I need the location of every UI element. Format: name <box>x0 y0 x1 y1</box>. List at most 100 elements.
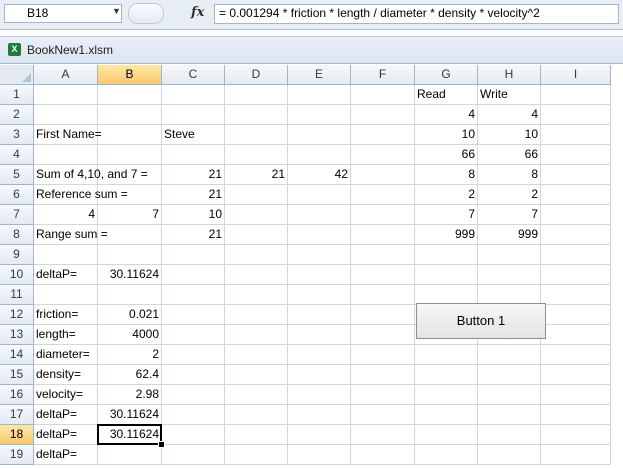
cell-i11[interactable] <box>541 285 611 305</box>
formula-input[interactable]: = 0.001294 * friction * length / diamete… <box>214 4 619 24</box>
row-header-17[interactable]: 17 <box>0 405 34 425</box>
column-header-a[interactable]: A <box>34 65 98 85</box>
cell-d19[interactable] <box>225 445 288 465</box>
cell-g19[interactable] <box>415 445 478 465</box>
cell-c11[interactable] <box>162 285 225 305</box>
column-header-h[interactable]: H <box>478 65 541 85</box>
cell-h10[interactable] <box>478 265 541 285</box>
row-header-18[interactable]: 18 <box>0 425 34 445</box>
select-all-corner[interactable] <box>0 65 34 85</box>
cell-h8[interactable]: 999 <box>478 225 541 245</box>
cell-i6[interactable] <box>541 185 611 205</box>
row-header-6[interactable]: 6 <box>0 185 34 205</box>
cell-e5[interactable]: 42 <box>288 165 351 185</box>
cell-a8[interactable]: Range sum = <box>34 225 108 245</box>
row-header-2[interactable]: 2 <box>0 105 34 125</box>
cell-h3[interactable]: 10 <box>478 125 541 145</box>
cell-f11[interactable] <box>351 285 415 305</box>
cell-c4[interactable] <box>162 145 225 165</box>
cell-e13[interactable] <box>288 325 351 345</box>
cell-b5[interactable] <box>98 165 162 185</box>
cell-a3[interactable]: First Name= <box>34 125 102 145</box>
cell-h19[interactable] <box>478 445 541 465</box>
cell-d4[interactable] <box>225 145 288 165</box>
cell-a12[interactable]: friction= <box>34 305 98 325</box>
cell-b19[interactable] <box>98 445 162 465</box>
cell-c19[interactable] <box>162 445 225 465</box>
cell-g11[interactable] <box>415 285 478 305</box>
cell-g2[interactable]: 4 <box>415 105 478 125</box>
cell-d5[interactable]: 21 <box>225 165 288 185</box>
cell-d18[interactable] <box>225 425 288 445</box>
cell-g16[interactable] <box>415 385 478 405</box>
cell-g9[interactable] <box>415 245 478 265</box>
fill-handle[interactable] <box>158 441 165 448</box>
cell-f9[interactable] <box>351 245 415 265</box>
cell-b14[interactable]: 2 <box>98 345 162 365</box>
cell-e1[interactable] <box>288 85 351 105</box>
cell-i14[interactable] <box>541 345 611 365</box>
cell-f2[interactable] <box>351 105 415 125</box>
row-header-7[interactable]: 7 <box>0 205 34 225</box>
cell-i5[interactable] <box>541 165 611 185</box>
row-header-15[interactable]: 15 <box>0 365 34 385</box>
cell-a5[interactable]: Sum of 4,10, and 7 = <box>34 165 148 185</box>
cell-c18[interactable] <box>162 425 225 445</box>
cell-b6[interactable] <box>98 185 162 205</box>
cell-i15[interactable] <box>541 365 611 385</box>
row-header-11[interactable]: 11 <box>0 285 34 305</box>
row-header-3[interactable]: 3 <box>0 125 34 145</box>
cell-h11[interactable] <box>478 285 541 305</box>
cell-i3[interactable] <box>541 125 611 145</box>
cell-d17[interactable] <box>225 405 288 425</box>
cell-i10[interactable] <box>541 265 611 285</box>
cell-e17[interactable] <box>288 405 351 425</box>
cell-i1[interactable] <box>541 85 611 105</box>
cell-c17[interactable] <box>162 405 225 425</box>
cell-f17[interactable] <box>351 405 415 425</box>
cell-i17[interactable] <box>541 405 611 425</box>
cell-g18[interactable] <box>415 425 478 445</box>
cell-c8[interactable]: 21 <box>162 225 225 245</box>
cell-a14[interactable]: diameter= <box>34 345 98 365</box>
cell-h5[interactable]: 8 <box>478 165 541 185</box>
cell-b2[interactable] <box>98 105 162 125</box>
cell-g5[interactable]: 8 <box>415 165 478 185</box>
cell-b15[interactable]: 62.4 <box>98 365 162 385</box>
cell-i7[interactable] <box>541 205 611 225</box>
cell-f18[interactable] <box>351 425 415 445</box>
name-box[interactable]: B18 <box>4 4 122 23</box>
cell-g10[interactable] <box>415 265 478 285</box>
cell-c3[interactable]: Steve <box>162 125 225 145</box>
row-header-9[interactable]: 9 <box>0 245 34 265</box>
cell-f6[interactable] <box>351 185 415 205</box>
cell-d1[interactable] <box>225 85 288 105</box>
cell-h18[interactable] <box>478 425 541 445</box>
chevron-down-icon[interactable]: ▼ <box>112 6 121 16</box>
column-header-b[interactable]: B <box>98 65 162 85</box>
cell-e2[interactable] <box>288 105 351 125</box>
cell-b4[interactable] <box>98 145 162 165</box>
cell-h15[interactable] <box>478 365 541 385</box>
cell-b10[interactable]: 30.11624 <box>98 265 162 285</box>
cell-c1[interactable] <box>162 85 225 105</box>
cell-g14[interactable] <box>415 345 478 365</box>
cell-c9[interactable] <box>162 245 225 265</box>
cell-e7[interactable] <box>288 205 351 225</box>
column-header-g[interactable]: G <box>415 65 478 85</box>
formula-bar-divider[interactable] <box>128 3 164 24</box>
cell-h4[interactable]: 66 <box>478 145 541 165</box>
cell-a15[interactable]: density= <box>34 365 98 385</box>
cell-a11[interactable] <box>34 285 98 305</box>
cell-f10[interactable] <box>351 265 415 285</box>
row-header-5[interactable]: 5 <box>0 165 34 185</box>
cell-d7[interactable] <box>225 205 288 225</box>
cell-e10[interactable] <box>288 265 351 285</box>
row-header-8[interactable]: 8 <box>0 225 34 245</box>
cell-h7[interactable]: 7 <box>478 205 541 225</box>
cell-b17[interactable]: 30.11624 <box>98 405 162 425</box>
cell-b13[interactable]: 4000 <box>98 325 162 345</box>
cell-a19[interactable]: deltaP= <box>34 445 98 465</box>
cell-c2[interactable] <box>162 105 225 125</box>
cell-d15[interactable] <box>225 365 288 385</box>
